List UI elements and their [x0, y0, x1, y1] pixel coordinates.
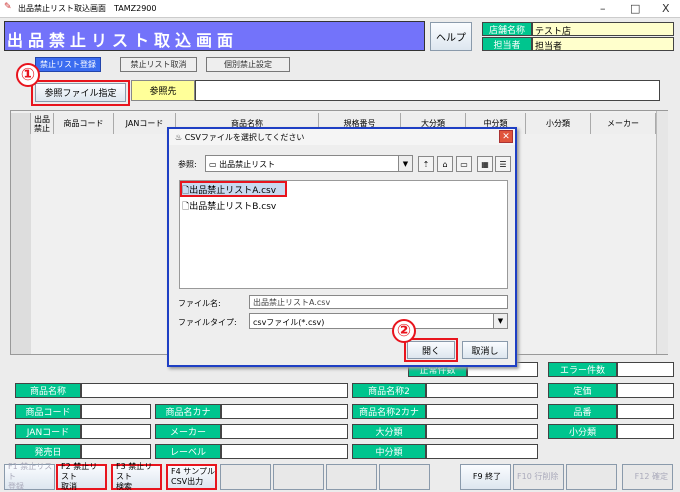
field-value [617, 383, 674, 398]
field-value [426, 404, 538, 419]
store-label: 店舗名称 [482, 22, 532, 36]
field-value [426, 444, 538, 459]
f12-confirm-button[interactable]: F12 確定 [622, 464, 673, 490]
cancel-button[interactable]: 取消し [462, 341, 508, 359]
f6-blank-button[interactable] [273, 464, 324, 490]
field-label: メーカー [155, 424, 221, 439]
row-header-column [11, 134, 31, 354]
filetype-value: csvファイル(*.csv) [253, 318, 325, 327]
page-title: 出品禁止リスト取込画面 [4, 21, 425, 51]
reference-label: 参照先 [131, 80, 195, 101]
up-folder-icon[interactable]: ⇡ [418, 156, 434, 172]
close-button[interactable]: X [662, 2, 670, 15]
row-header-corner [11, 113, 31, 134]
filename-input[interactable]: 出品禁止リストA.csv [249, 295, 508, 309]
title-bar: ✎ 出品禁止リスト取込画面 TAMZ2900 – □ X [0, 0, 680, 18]
dialog-close-button[interactable]: ✕ [499, 130, 513, 143]
f7-blank-button[interactable] [326, 464, 377, 490]
step-1-marker: ① [16, 63, 40, 87]
minimize-button[interactable]: – [600, 2, 606, 15]
reference-file-button[interactable]: 参照ファイル指定 [35, 83, 126, 102]
look-in-combo[interactable]: ▭ 出品禁止リスト ▼ [205, 155, 413, 172]
f10-delete-row-button[interactable]: F10 行削除 [513, 464, 564, 490]
tab-ban-cancel[interactable]: 禁止リスト取消 [120, 57, 197, 72]
col-header[interactable]: 商品コード [54, 113, 114, 134]
look-in-value: 出品禁止リスト [219, 160, 276, 169]
f8-blank-button[interactable] [379, 464, 430, 490]
file-name: 出品禁止リストA.csv [189, 186, 277, 196]
field-label: 商品コード [15, 404, 81, 419]
col-header[interactable]: 出品禁止 [31, 113, 54, 134]
dialog-title-bar: ♨ CSVファイルを選択してください [169, 129, 515, 145]
f2-cancel-button[interactable]: F2 禁止リスト 取消 [56, 462, 107, 491]
csv-file-dialog: ♨ CSVファイルを選択してください ✕ 参照: ▭ 出品禁止リスト ▼ ⇡ ⌂… [167, 127, 517, 367]
chevron-down-icon: ▼ [493, 314, 507, 328]
java-icon: ♨ [175, 133, 185, 142]
field-value [221, 424, 348, 439]
window-title: 出品禁止リスト取込画面 TAMZ2900 [18, 4, 157, 13]
filetype-label: ファイルタイプ: [178, 318, 237, 327]
step-2-marker: ② [392, 319, 416, 343]
col-header[interactable]: 小分類 [526, 113, 591, 134]
field-label: 商品名称 [15, 383, 81, 398]
field-label: 中分類 [352, 444, 426, 459]
filename-label: ファイル名: [178, 299, 221, 308]
reference-path-input[interactable] [195, 80, 660, 101]
f1-register-button[interactable]: F1 禁止リスト 登録 [4, 462, 55, 491]
file-item-selected[interactable]: 🗋出品禁止リストA.csv [180, 181, 287, 197]
field-value [81, 383, 348, 398]
staff-label: 担当者 [482, 37, 532, 51]
field-value [81, 444, 151, 459]
field-label: 大分類 [352, 424, 426, 439]
list-view-icon[interactable]: ▦ [477, 156, 493, 172]
tab-ban-register[interactable]: 禁止リスト登録 [35, 57, 101, 72]
field-label: 小分類 [548, 424, 617, 439]
help-button[interactable]: ヘルプ [430, 22, 472, 51]
chevron-down-icon: ▼ [398, 156, 412, 171]
field-value [617, 424, 674, 439]
error-count-label: エラー件数 [548, 362, 617, 377]
f3-search-button[interactable]: F3 禁止リスト 検索 [111, 462, 162, 491]
f4-sample-csv-button[interactable]: F4 サンプル CSV出力 [166, 464, 217, 490]
maximize-button[interactable]: □ [630, 2, 640, 15]
tab-individual-ban[interactable]: 個別禁止設定 [206, 57, 290, 72]
filetype-combo[interactable]: csvファイル(*.csv) ▼ [249, 313, 508, 329]
folder-icon: ▭ [209, 160, 220, 169]
dialog-title: CSVファイルを選択してください [184, 133, 305, 142]
vertical-scrollbar[interactable] [656, 111, 668, 354]
field-value [81, 424, 151, 439]
f9-exit-button[interactable]: F9 終了 [460, 464, 511, 490]
look-in-label: 参照: [178, 160, 197, 169]
file-list: 🗋出品禁止リストA.csv 🗋出品禁止リストB.csv [179, 180, 508, 289]
file-item[interactable]: 🗋出品禁止リストB.csv [182, 199, 276, 213]
field-value [426, 424, 538, 439]
field-value [426, 383, 538, 398]
open-button[interactable]: 開く [407, 341, 455, 359]
f11-blank-button[interactable] [566, 464, 617, 490]
field-label: 発売日 [15, 444, 81, 459]
field-value [81, 404, 151, 419]
field-label: 商品名カナ [155, 404, 221, 419]
field-label: 商品名称2カナ [352, 404, 426, 419]
field-value [221, 444, 348, 459]
home-icon[interactable]: ⌂ [437, 156, 453, 172]
field-label: 品番 [548, 404, 617, 419]
field-label: JANコード [15, 424, 81, 439]
field-value [221, 404, 348, 419]
col-header[interactable]: メーカー [591, 113, 656, 134]
app-icon: ✎ [4, 2, 12, 12]
new-folder-icon[interactable]: ▭ [456, 156, 472, 172]
f5-blank-button[interactable] [220, 464, 271, 490]
field-label: 定価 [548, 383, 617, 398]
details-view-icon[interactable]: ☰ [495, 156, 511, 172]
field-value [617, 404, 674, 419]
store-value: テスト店 [532, 22, 674, 37]
staff-value: 担当者 [532, 37, 674, 52]
field-label: レーベル [155, 444, 221, 459]
error-count-value [617, 362, 674, 377]
field-label: 商品名称2 [352, 383, 426, 398]
file-name: 出品禁止リストB.csv [189, 202, 277, 212]
